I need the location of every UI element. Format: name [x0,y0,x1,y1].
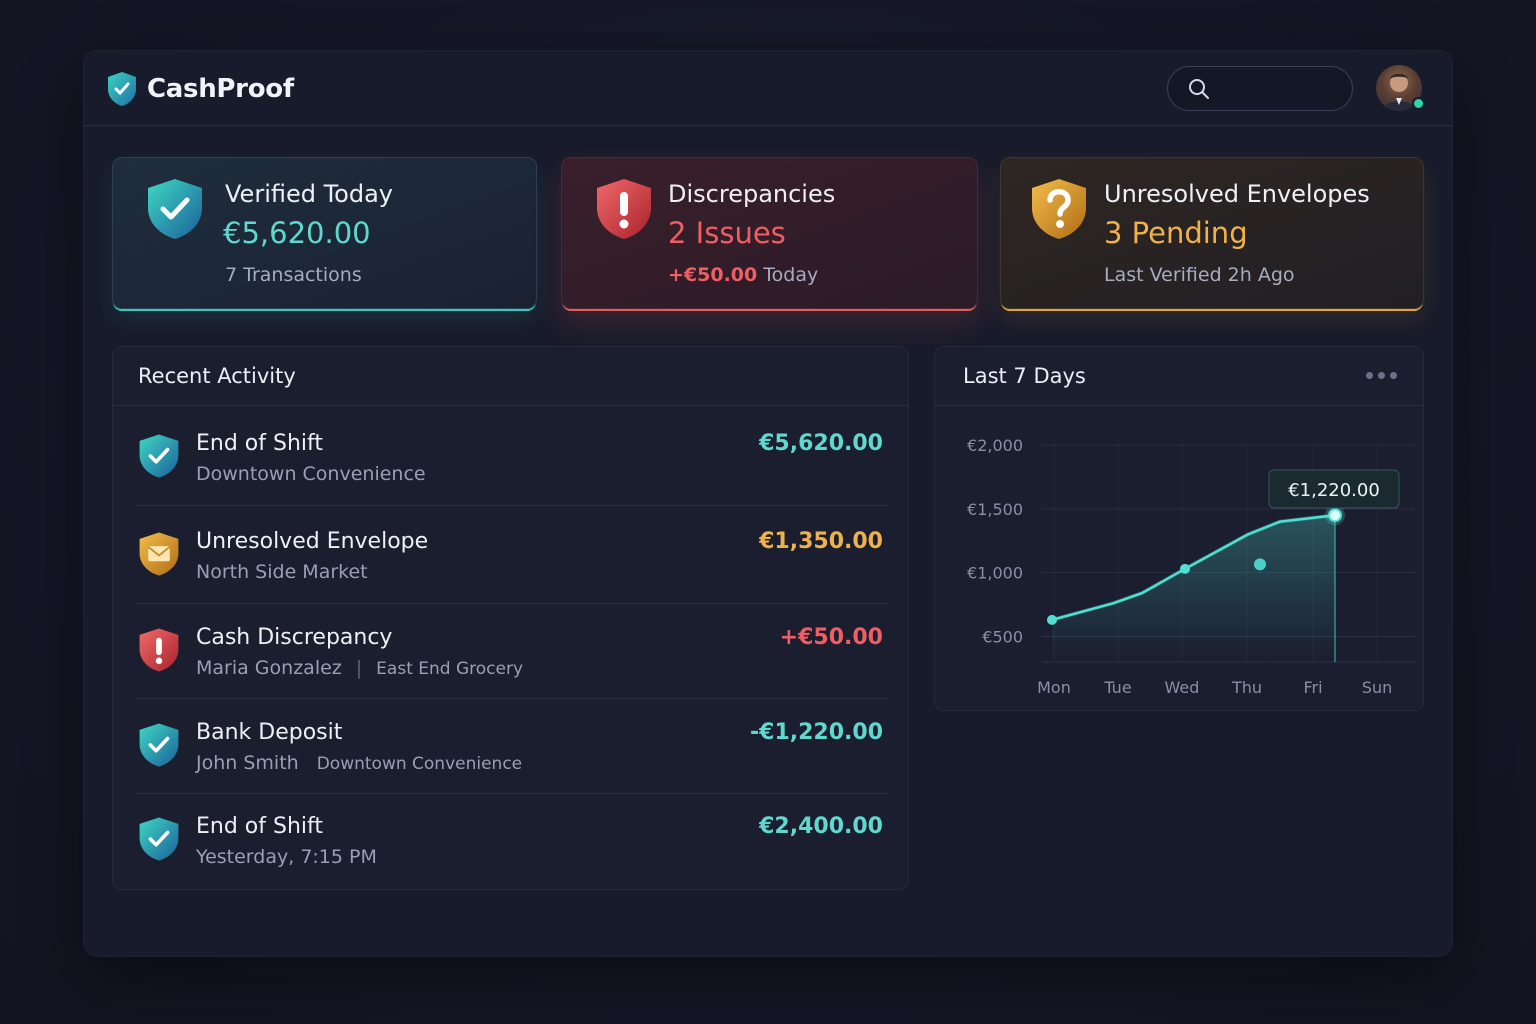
row-subtitle: Downtown Convenience [196,463,426,485]
row-title: Cash Discrepancy [196,625,393,650]
row-amount: +€50.00 [779,625,883,650]
shield-check-icon [139,434,179,478]
activity-row[interactable]: End of Shift Yesterday, 7:15 PM €2,400.0… [136,790,887,886]
search-box[interactable] [1167,66,1353,111]
y-tick-label: €1,000 [967,564,1023,583]
row-icon-wrap [136,814,182,868]
card-icon-wrap [592,176,656,246]
card-value: 2 Issues [668,216,786,250]
search-input[interactable] [1220,79,1350,98]
activity-row[interactable]: End of Shift Downtown Convenience €5,620… [136,407,887,503]
shield-check-icon [148,179,202,239]
row-title: End of Shift [196,814,324,839]
shield-alert-icon [139,628,179,672]
logo[interactable]: CashProof [105,70,294,108]
row-icon-wrap [136,529,182,583]
row-subtitle: Maria Gonzalez | East End Grocery [196,657,523,679]
shield-alert-icon [597,179,651,239]
card-title: Unresolved Envelopes [1104,180,1370,208]
more-dot-icon [1366,372,1373,379]
data-point [1180,563,1190,574]
card-sub-suffix: Today [757,264,819,286]
card-title: Discrepancies [668,180,836,208]
card-icon-wrap [1027,176,1091,246]
x-tick-label: Fri [1303,678,1322,697]
card-subtitle: +€50.00 Today [668,264,818,286]
row-amount: -€1,220.00 [750,720,883,745]
last-7-days-panel: Last 7 Days €2,000 €1,500 €1,000 €500 Mon Tue… [934,346,1424,711]
data-point [1254,558,1266,571]
more-dot-icon [1378,372,1385,379]
app-name: CashProof [147,74,294,104]
panel-title: Recent Activity [113,347,908,406]
y-tick-label: €1,500 [967,500,1023,519]
recent-activity-panel: Recent Activity End of Shift Downtown Co… [112,346,909,890]
data-point [1047,614,1057,625]
row-amount: €5,620.00 [759,431,883,456]
card-sub-amount: +€50.00 [668,264,758,286]
row-person: Maria Gonzalez [196,657,342,679]
activity-row[interactable]: Unresolved Envelope North Side Market €1… [136,505,887,601]
card-title: Verified Today [225,180,394,208]
series-area [1052,515,1335,662]
row-amount: €1,350.00 [759,529,883,554]
y-tick-label: €500 [982,627,1023,646]
row-icon-wrap [136,720,182,774]
more-options-button[interactable] [1366,372,1397,379]
card-icon-wrap [143,176,207,246]
cashproof-logo-icon [108,72,136,106]
row-title: End of Shift [196,431,324,456]
card-verified-today[interactable]: Verified Today €5,620.00 7 Transactions [112,157,537,309]
row-title: Bank Deposit [196,720,343,745]
card-subtitle: Last Verified 2h Ago [1104,264,1295,286]
activity-row[interactable]: Cash Discrepancy Maria Gonzalez | East End… [136,601,887,697]
card-value: €5,620.00 [223,216,371,250]
card-unresolved-envelopes[interactable]: Unresolved Envelopes 3 Pending Last Veri… [1000,157,1424,309]
row-location: East End Grocery [376,659,524,679]
panel-title: Last 7 Days [935,347,1423,406]
card-subtitle: 7 Transactions [225,264,362,286]
x-tick-label: Sun [1362,678,1392,697]
online-status-dot [1412,97,1425,110]
x-tick-label: Tue [1103,678,1131,697]
x-tick-label: Wed [1165,678,1200,697]
row-icon-wrap [136,625,182,679]
row-subtitle: North Side Market [196,561,368,583]
shield-check-icon [139,817,179,861]
app-window: CashProof Verified Today €5,620.00 7 Tra… [83,50,1453,957]
shield-question-icon [1032,179,1086,239]
row-subtitle: John Smith Downtown Convenience [196,752,522,774]
row-icon-wrap [136,431,182,485]
header: CashProof [83,50,1453,126]
row-title: Unresolved Envelope [196,529,429,554]
line-chart: €2,000 €1,500 €1,000 €500 Mon Tue Wed Thu Fri Sun… [967,436,1415,697]
activity-row[interactable]: Bank Deposit John Smith Downtown Convenie… [136,696,887,792]
row-amount: €2,400.00 [759,814,883,839]
y-tick-label: €2,000 [967,436,1023,455]
more-dot-icon [1390,372,1397,379]
row-subtitle: Yesterday, 7:15 PM [196,846,377,868]
search-icon[interactable] [1188,78,1210,100]
row-location: Downtown Convenience [316,754,523,774]
row-person: John Smith [196,752,299,774]
shield-check-icon [139,723,179,767]
envelope-shield-icon [139,532,179,576]
x-tick-label: Mon [1037,678,1071,697]
tooltip-label: €1,220.00 [1288,480,1380,501]
row-separator: | [355,657,363,679]
card-value: 3 Pending [1104,216,1248,250]
x-tick-label: Thu [1231,678,1262,697]
card-discrepancies[interactable]: Discrepancies 2 Issues +€50.00 Today [561,157,978,309]
highlight-point [1328,508,1342,523]
